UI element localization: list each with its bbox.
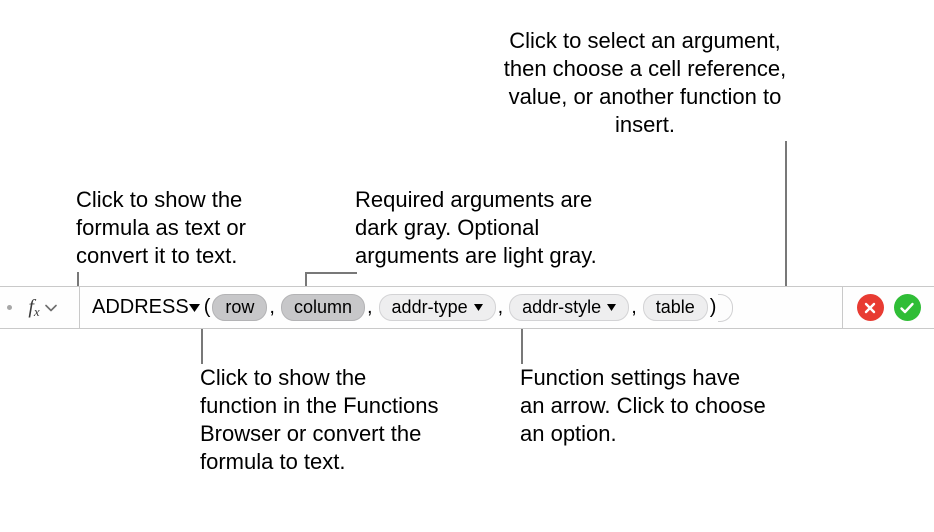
leader-settings <box>521 324 523 364</box>
formula-end-cap <box>718 294 733 322</box>
chevron-down-icon <box>45 304 57 312</box>
dirty-indicator-dot <box>7 305 12 310</box>
arg-separator: , <box>367 296 373 319</box>
leader-required-h <box>305 272 357 274</box>
leader-fnname <box>201 324 203 364</box>
arg-label: row <box>225 297 254 317</box>
formula-editor-bar: fx ADDRESS ( row , column , addr-ty <box>0 286 934 329</box>
check-icon <box>899 301 915 315</box>
arg-separator: , <box>631 296 637 319</box>
arg-separator: , <box>498 296 504 319</box>
callout-function-settings: Function settings have an arrow. Click t… <box>520 364 770 448</box>
arg-token-table[interactable]: table <box>643 294 708 321</box>
arg-separator: , <box>269 296 275 319</box>
callout-required-args: Required arguments are dark gray. Option… <box>355 186 635 270</box>
leader-argument <box>785 141 787 290</box>
close-paren: ) <box>710 296 717 319</box>
accept-button[interactable] <box>894 294 921 321</box>
fx-label-x: x <box>34 304 40 320</box>
formula-actions <box>842 287 934 328</box>
annotated-diagram: Click to show the formula as text or con… <box>0 0 934 532</box>
arg-label: addr-style <box>522 297 601 317</box>
triangle-down-icon <box>474 304 483 311</box>
fx-menu-button[interactable]: fx <box>0 287 80 328</box>
triangle-down-icon <box>607 304 616 311</box>
arg-token-addr-type[interactable]: addr-type <box>379 294 496 321</box>
callout-select-argument: Click to select an argument, then choose… <box>495 27 795 139</box>
triangle-down-icon <box>189 304 200 312</box>
callout-function-name: Click to show the function in the Functi… <box>200 364 440 476</box>
arg-label: table <box>656 297 695 317</box>
open-paren: ( <box>204 296 211 319</box>
cancel-button[interactable] <box>857 294 884 321</box>
arg-token-column[interactable]: column <box>281 294 365 321</box>
arg-token-addr-style[interactable]: addr-style <box>509 294 629 321</box>
function-name-text: ADDRESS <box>92 296 189 319</box>
formula-content[interactable]: ADDRESS ( row , column , addr-type , <box>80 287 842 328</box>
x-icon <box>863 301 877 315</box>
callout-fx-menu: Click to show the formula as text or con… <box>76 186 311 270</box>
arg-label: addr-type <box>392 297 468 317</box>
arg-label: column <box>294 297 352 317</box>
arg-token-row[interactable]: row <box>212 294 267 321</box>
function-name-button[interactable]: ADDRESS <box>92 296 200 319</box>
